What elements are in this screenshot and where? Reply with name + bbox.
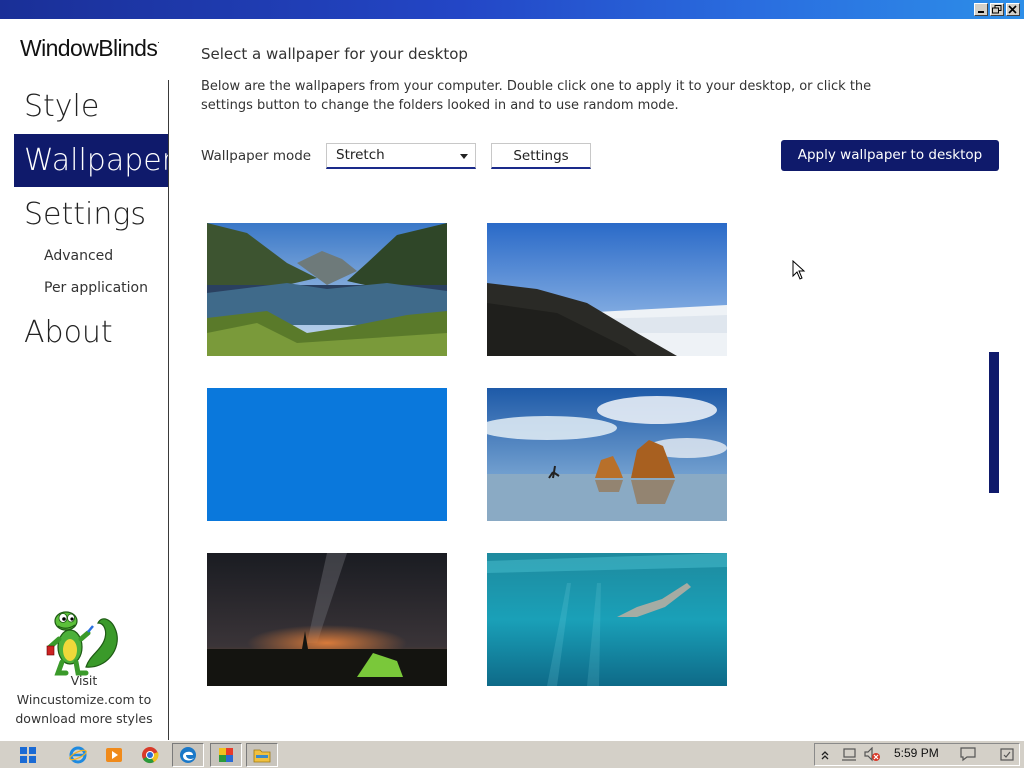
settings-button[interactable]: Settings [491,143,591,169]
window-title-bar [0,0,1024,19]
nav-advanced[interactable]: Advanced [44,248,113,264]
close-icon[interactable] [1006,3,1020,16]
restore-icon[interactable] [990,3,1004,16]
wallpaper-mode-label: Wallpaper mode [201,148,312,164]
promo-text[interactable]: Visit Wincustomize.com to download more … [10,671,158,728]
promo-line: Wincustomize.com to [16,692,152,707]
edge-icon[interactable] [172,743,204,767]
app-logo: WindowBlinds. [20,35,160,61]
wallpaper-mode-value: Stretch [336,147,385,163]
taskbar-clock[interactable]: 5:59 PM [894,746,939,760]
chevron-up-icon[interactable] [820,747,830,766]
ie-icon[interactable] [62,743,94,767]
media-player-icon[interactable] [98,743,130,767]
explorer-icon[interactable] [246,743,278,767]
wallpaper-thumbnail-night-tent[interactable] [207,553,447,686]
nav-settings[interactable]: Settings [14,188,168,241]
windowblinds-icon[interactable] [210,743,242,767]
mouse-cursor-icon [792,260,806,280]
wallpaper-thumbnail-cloud-sea-hill[interactable] [487,223,727,356]
start-icon[interactable] [12,743,44,767]
apply-wallpaper-button[interactable]: Apply wallpaper to desktop [781,140,999,171]
lizard-mascot-icon[interactable] [46,609,122,679]
promo-line: download more styles [15,711,153,726]
sidebar-divider [168,80,169,740]
nav-style[interactable]: Style [14,80,168,133]
page-description: Below are the wallpapers from your compu… [201,79,872,113]
volume-muted-icon[interactable] [863,746,881,766]
scrollbar-thumb[interactable] [989,352,999,493]
nav-per-application[interactable]: Per application [44,280,148,296]
wallpaper-thumbnail-solid-blue[interactable] [207,388,447,521]
nav-about[interactable]: About [14,306,168,359]
chrome-icon[interactable] [134,743,166,767]
show-desktop-icon[interactable] [999,746,1015,766]
wallpaper-thumbnail-beach-rocks[interactable] [487,388,727,521]
minimize-icon[interactable] [974,3,988,16]
nav-wallpaper[interactable]: Wallpaper [14,134,174,187]
page-title: Select a wallpaper for your desktop [201,45,468,63]
network-icon[interactable] [841,747,857,766]
wallpaper-mode-dropdown[interactable]: Stretch [326,143,476,169]
wallpaper-thumbnail-mountain-lake[interactable] [207,223,447,356]
wallpaper-thumbnail-underwater-swimmer[interactable] [487,553,727,686]
notifications-icon[interactable] [959,746,977,766]
promo-line: Visit [70,673,98,688]
chevron-down-icon [460,154,468,159]
sidebar: WindowBlinds. Style Wallpaper Settings A… [0,19,174,740]
taskbar [0,740,1024,768]
